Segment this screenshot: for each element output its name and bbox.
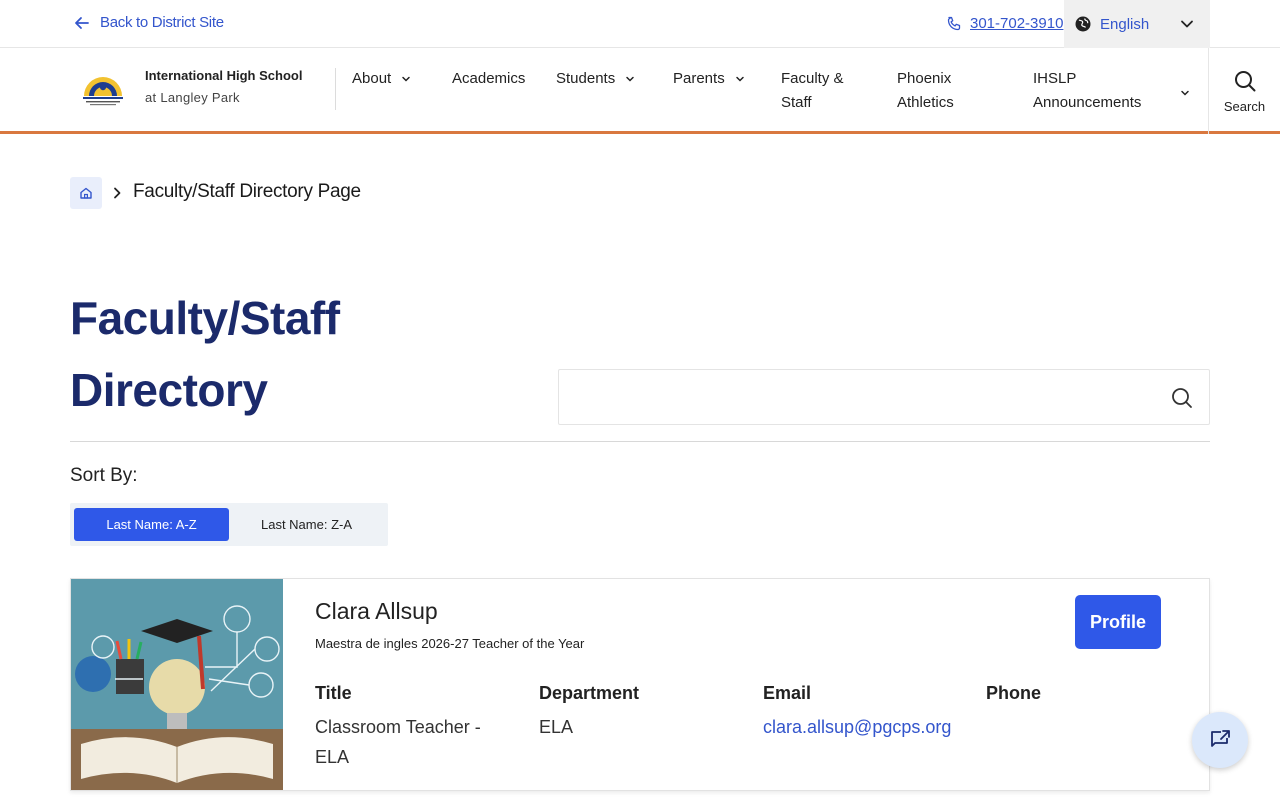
sort-toggle-group: Last Name: A-Z Last Name: Z-A	[70, 503, 388, 546]
sort-za-button[interactable]: Last Name: Z-A	[229, 508, 384, 541]
nav-about-label: About	[352, 70, 392, 87]
home-icon	[80, 187, 92, 199]
nav-phoenix-athletics[interactable]: Phoenix Athletics	[897, 67, 954, 115]
directory-search-input[interactable]	[559, 370, 1209, 424]
nav-ihslp-announcements-line2: Announcements	[1033, 94, 1142, 111]
education-illustration	[71, 579, 283, 790]
nav-students[interactable]: Students	[556, 67, 635, 91]
chevron-down-icon[interactable]	[1180, 88, 1190, 98]
phone-link[interactable]: 301-702-3910	[946, 15, 1063, 32]
title-label: Title	[315, 683, 352, 703]
nav-phoenix-athletics-line1: Phoenix	[897, 70, 952, 87]
utility-bar: Back to District Site 301-702-3910 Engli…	[0, 0, 1280, 48]
breadcrumb-current: Faculty/Staff Directory Page	[133, 181, 361, 202]
chevron-down-icon	[626, 76, 634, 82]
email-link[interactable]: clara.allsup@pgcps.org	[763, 712, 953, 742]
header-divider	[335, 68, 336, 110]
nav-about[interactable]: About	[352, 67, 411, 91]
search-icon[interactable]	[1171, 387, 1193, 409]
external-message-icon	[1211, 730, 1230, 747]
page-title: Faculty/Staff Directory	[70, 292, 340, 416]
chevron-down-icon	[402, 76, 410, 82]
back-to-district-link[interactable]: Back to District Site	[74, 14, 224, 31]
section-divider	[70, 441, 1210, 442]
department-value: ELA	[539, 717, 574, 737]
sort-label: Sort By:	[70, 465, 138, 486]
chevron-down-icon	[735, 76, 744, 82]
staff-subtitle: Maestra de ingles 2026-27 Teacher of the…	[315, 636, 585, 651]
search-icon	[1234, 70, 1255, 91]
nav-academics-label: Academics	[452, 70, 526, 87]
staff-card: Clara Allsup Maestra de ingles 2026-27 T…	[70, 578, 1210, 791]
nav-parents[interactable]: Parents	[673, 67, 745, 91]
title-value: Classroom Teacher - ELA	[315, 717, 481, 767]
school-subtitle: at Langley Park	[145, 90, 240, 105]
nav-phoenix-athletics-line2: Athletics	[897, 94, 954, 111]
phone-number: 301-702-3910	[970, 15, 1064, 32]
sort-az-button[interactable]: Last Name: A-Z	[74, 508, 229, 541]
chevron-right-icon	[114, 187, 121, 199]
globe-icon	[1075, 16, 1091, 32]
email-label: Email	[763, 683, 812, 703]
nav-academics[interactable]: Academics	[452, 67, 525, 91]
main-header: International High School at Langley Par…	[0, 48, 1280, 134]
nav-faculty-staff-line2: Staff	[781, 94, 812, 111]
school-logo[interactable]	[80, 70, 126, 108]
language-label: English	[1100, 15, 1150, 33]
header-search-label: Search	[1223, 98, 1266, 114]
language-selector[interactable]: English	[1064, 0, 1210, 48]
profile-button[interactable]: Profile	[1075, 595, 1161, 649]
phone-label: Phone	[986, 683, 1042, 703]
back-to-district-label: Back to District Site	[100, 14, 224, 31]
staff-photo	[71, 579, 283, 790]
nav-ihslp-announcements[interactable]: IHSLP Announcements	[1033, 67, 1141, 115]
floating-chat-button[interactable]	[1192, 712, 1248, 768]
header-search-button[interactable]: Search	[1208, 48, 1280, 134]
phone-icon	[947, 16, 961, 30]
school-name[interactable]: International High School	[145, 68, 302, 83]
chevron-down-icon	[1181, 20, 1193, 28]
nav-parents-label: Parents	[673, 70, 725, 87]
nav-faculty-staff-line1: Faculty &	[781, 70, 844, 87]
department-label: Department	[539, 683, 640, 703]
breadcrumb-home-button[interactable]	[70, 177, 102, 209]
directory-search	[558, 369, 1210, 425]
nav-ihslp-announcements-line1: IHSLP	[1033, 70, 1077, 87]
nav-faculty-staff[interactable]: Faculty & Staff	[781, 67, 844, 115]
nav-students-label: Students	[556, 70, 616, 87]
staff-name[interactable]: Clara Allsup	[315, 598, 438, 625]
arrow-left-icon	[75, 16, 89, 29]
